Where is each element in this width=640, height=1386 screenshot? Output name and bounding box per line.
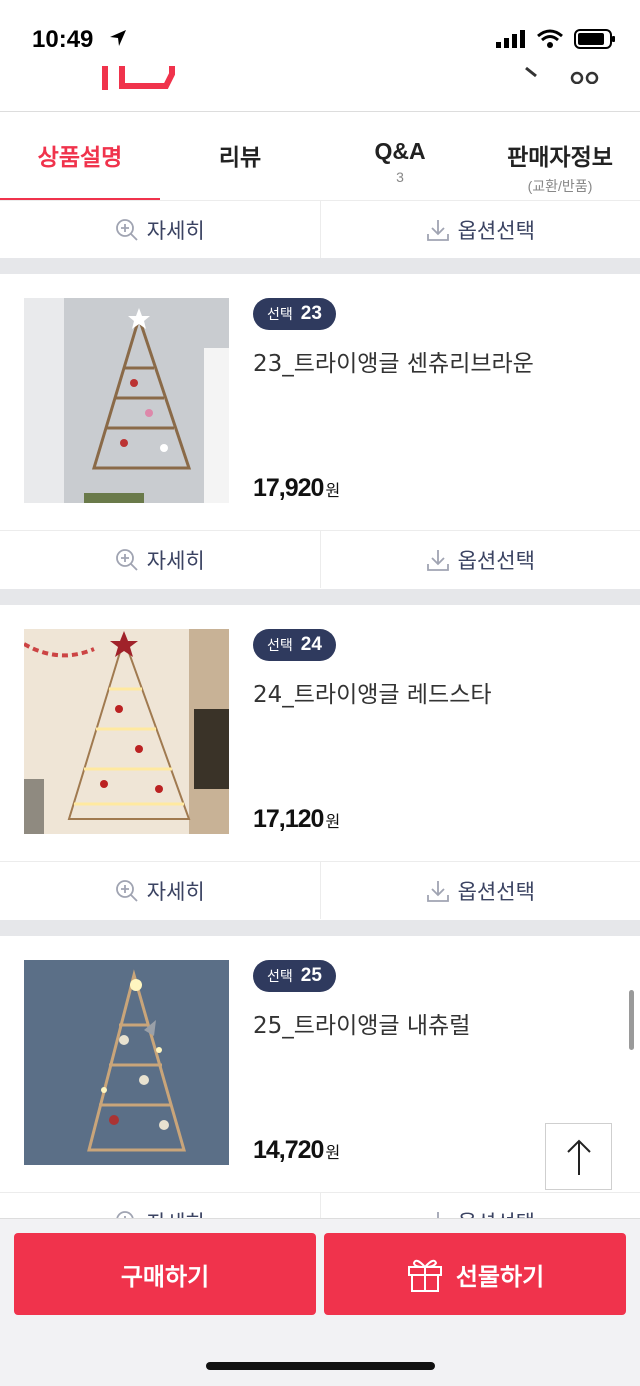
- buy-label: 구매하기: [120, 1262, 210, 1291]
- tab-sublabel: (교환/반품): [527, 178, 593, 194]
- logo-icon[interactable]: [96, 66, 176, 90]
- option-select-button[interactable]: 옵션선택: [319, 531, 640, 588]
- tab-label: 판매자정보: [507, 144, 613, 170]
- home-indicator[interactable]: [206, 1362, 435, 1370]
- separator: [0, 589, 640, 605]
- badge-label: 선택: [267, 307, 293, 323]
- scrollbar[interactable]: [629, 990, 634, 1050]
- product-price: 17,120 원: [253, 805, 340, 834]
- detail-button[interactable]: 자세히: [0, 201, 320, 258]
- gift-label: 선물하기: [455, 1262, 545, 1291]
- gift-button[interactable]: 선물하기: [324, 1233, 626, 1315]
- option-label: 옵션선택: [457, 548, 535, 573]
- badge-number: 23: [300, 303, 322, 324]
- tab-count: 3: [396, 169, 404, 185]
- price-value: 14,720: [253, 1136, 324, 1164]
- badge-number: 24: [300, 634, 322, 655]
- detail-label: 자세히: [146, 879, 205, 904]
- badge-label: 선택: [267, 638, 293, 654]
- price-value: 17,920: [253, 474, 324, 502]
- option-label: 옵션선택: [457, 218, 535, 243]
- app-header: [0, 60, 640, 112]
- arrow-up-icon: [566, 1139, 591, 1175]
- signal-icon: [496, 30, 525, 48]
- tab-description[interactable]: 상품설명: [0, 112, 160, 202]
- option-badge: 선택 25: [253, 960, 336, 992]
- status-icons: [496, 28, 616, 50]
- product-image[interactable]: [24, 298, 229, 503]
- product-name[interactable]: 24_트라이앵글 레드스타: [253, 675, 492, 709]
- status-time: 10:49: [32, 26, 94, 53]
- tab-label: 상품설명: [37, 144, 123, 170]
- location-arrow-icon: [110, 30, 126, 46]
- product-image[interactable]: [24, 629, 229, 834]
- detail-label: 자세히: [146, 548, 205, 573]
- tab-label: 리뷰: [218, 144, 262, 170]
- separator: [0, 920, 640, 936]
- product-card[interactable]: 선택 25 25_트라이앵글 내츄럴 14,720 원: [0, 936, 640, 1190]
- badge-number: 25: [300, 965, 322, 986]
- price-unit: 원: [325, 1145, 341, 1162]
- action-row: 자세히 옵션선택: [0, 200, 640, 258]
- option-badge: 선택 23: [253, 298, 336, 330]
- buy-button[interactable]: 구매하기: [14, 1233, 316, 1315]
- download-icon: [426, 219, 449, 241]
- tab-label: Q&A: [374, 138, 426, 164]
- detail-button[interactable]: 자세히: [0, 531, 320, 588]
- header-icons: [522, 64, 600, 84]
- option-select-button[interactable]: 옵션선택: [319, 862, 640, 919]
- badge-label: 선택: [267, 969, 293, 985]
- tab-seller-info[interactable]: 판매자정보 (교환/반품): [480, 112, 640, 201]
- product-name[interactable]: 23_트라이앵글 센츄리브라운: [253, 344, 534, 378]
- product-image[interactable]: [24, 960, 229, 1165]
- bottom-action-bar: 구매하기 선물하기: [0, 1218, 640, 1386]
- zoom-in-icon: [115, 218, 138, 241]
- product-price: 14,720 원: [253, 1136, 340, 1165]
- detail-label: 자세히: [146, 218, 205, 243]
- action-row: 자세히 옵션선택: [0, 861, 640, 919]
- product-price: 17,920 원: [253, 474, 340, 503]
- price-unit: 원: [325, 483, 341, 500]
- product-card[interactable]: 선택 24 24_트라이앵글 레드스타 17,120 원: [0, 605, 640, 859]
- price-unit: 원: [325, 814, 341, 831]
- product-name[interactable]: 25_트라이앵글 내츄럴: [253, 1006, 470, 1040]
- wifi-icon: [537, 29, 563, 48]
- tab-reviews[interactable]: 리뷰: [160, 112, 320, 201]
- action-row: 자세히 옵션선택: [0, 530, 640, 588]
- detail-button[interactable]: 자세히: [0, 862, 320, 919]
- product-card[interactable]: 선택 23 23_트라이앵글 센츄리브라운 17,920 원: [0, 274, 640, 528]
- option-select-button[interactable]: 옵션선택: [319, 201, 640, 258]
- separator: [0, 258, 640, 274]
- share-icon[interactable]: [522, 64, 542, 84]
- zoom-in-icon: [115, 879, 138, 902]
- more-icon[interactable]: [570, 64, 600, 84]
- download-icon: [426, 549, 449, 571]
- download-icon: [426, 880, 449, 902]
- option-badge: 선택 24: [253, 629, 336, 661]
- tab-qna[interactable]: Q&A 3: [320, 112, 480, 201]
- zoom-in-icon: [115, 548, 138, 571]
- option-label: 옵션선택: [457, 879, 535, 904]
- battery-icon: [574, 29, 615, 49]
- tab-bar: 상품설명 리뷰 Q&A 3 판매자정보 (교환/반품): [0, 112, 640, 202]
- gift-icon: [407, 1259, 442, 1292]
- scroll-top-button[interactable]: [545, 1123, 612, 1190]
- price-value: 17,120: [253, 805, 324, 833]
